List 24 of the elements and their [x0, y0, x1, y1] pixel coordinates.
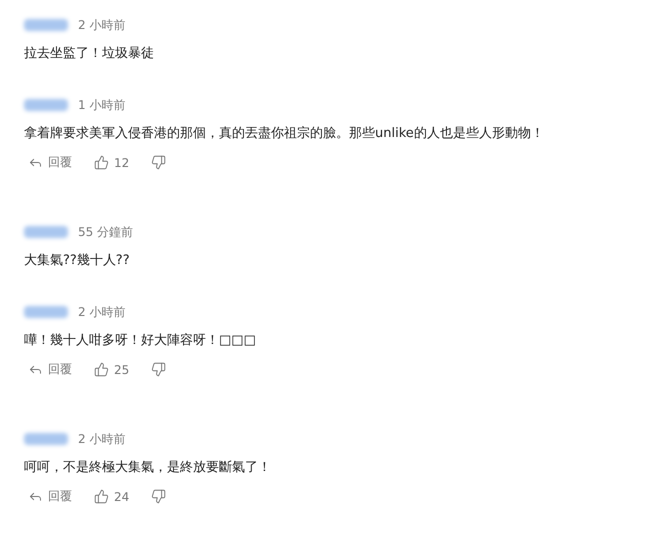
redacted-username: [24, 433, 68, 445]
comment-text: 拉去坐監了！垃圾暴徒: [24, 45, 155, 63]
comment-time: 1 小時前: [78, 96, 126, 114]
reply-button[interactable]: 回覆: [24, 359, 76, 380]
reply-button[interactable]: 回覆: [24, 152, 76, 173]
comment-text: 大集氣??幾十人??: [24, 252, 131, 270]
comment-time: 2 小時前: [78, 16, 126, 34]
comment-time: 55 分鐘前: [78, 224, 134, 240]
comment-text: 呵呵，不是終極大集氣，是終放要斷氣了！: [24, 459, 272, 477]
comment-text: 拿着牌要求美軍入侵香港的那個，真的丟盡你祖宗的臉。那些unlike的人也是些人形動物！: [24, 125, 545, 143]
redacted-username: [24, 306, 68, 318]
like-button[interactable]: 12: [90, 153, 134, 172]
comment-time: 2 小時前: [78, 430, 126, 448]
redacted-username: [24, 99, 68, 111]
thumbs-up-icon: [94, 362, 109, 377]
comment-time: 2 小時前: [78, 304, 126, 320]
thumbs-up-icon: [94, 489, 109, 504]
reply-button[interactable]: 回覆: [24, 486, 76, 507]
redacted-username: [24, 226, 68, 238]
like-button[interactable]: 25: [90, 360, 134, 379]
comment-text: 嘩！幾十人咁多呀！好大陣容呀！□□□: [24, 332, 257, 350]
like-button[interactable]: 24: [90, 487, 134, 506]
thumbs-up-icon: [94, 155, 109, 170]
redacted-username: [24, 19, 68, 31]
